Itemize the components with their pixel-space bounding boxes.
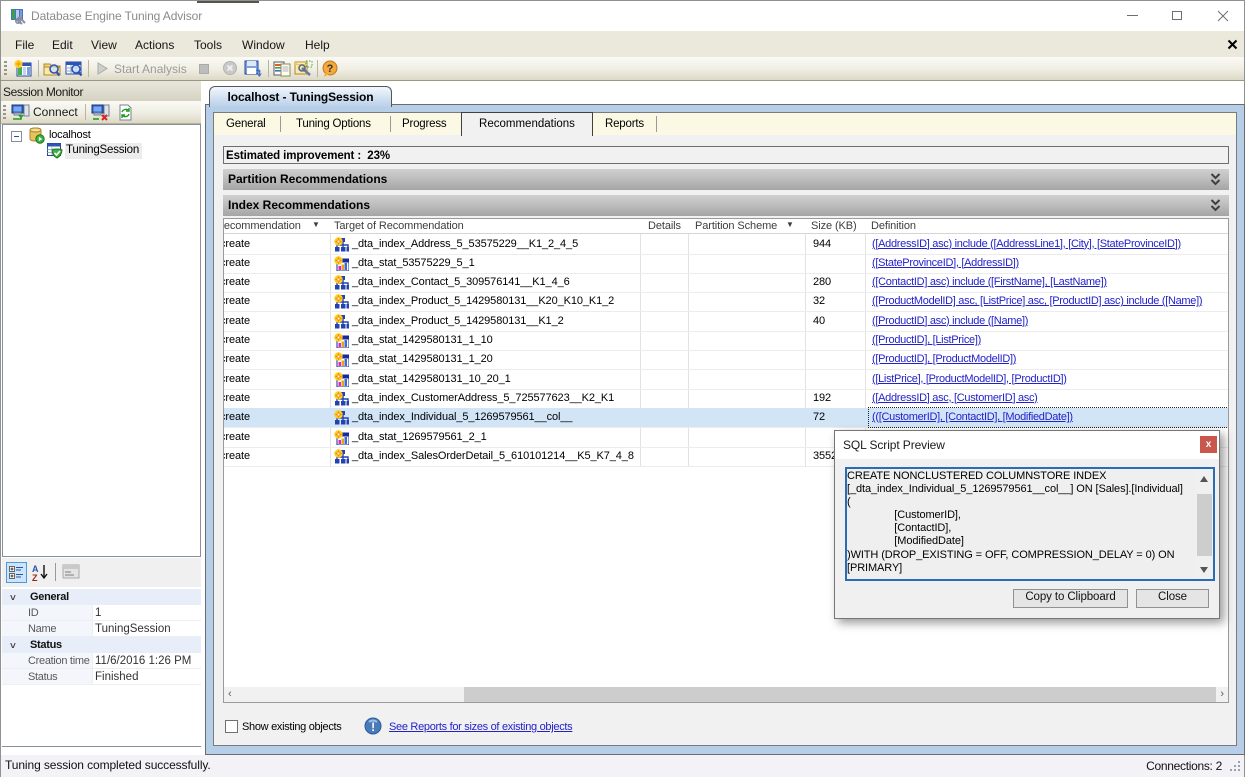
svg-text:Z: Z	[32, 573, 38, 582]
svg-text:?: ?	[327, 63, 334, 75]
svg-text:!: !	[371, 720, 375, 734]
